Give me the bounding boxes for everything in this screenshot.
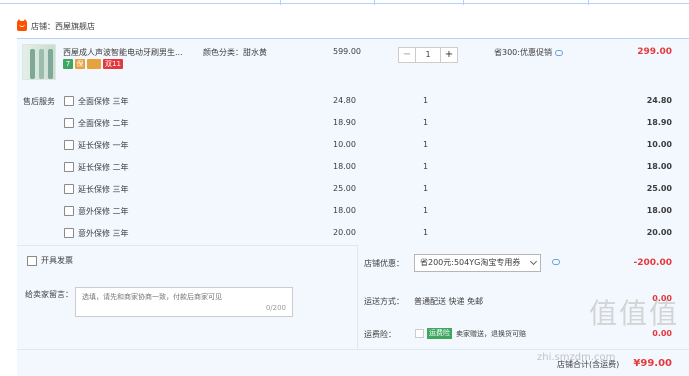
service-row: 全面保修 三年 24.80 1 24.80 xyxy=(17,93,689,113)
insurance-tag: 运费险 xyxy=(427,328,452,339)
credit-card-icon xyxy=(87,59,101,69)
service-checkbox[interactable] xyxy=(64,228,74,238)
service-total: 18.00 xyxy=(646,162,672,171)
decrement-button[interactable]: − xyxy=(399,48,415,62)
product-sku: 颜色分类：甜水黄 xyxy=(203,48,267,57)
insurance-text: 卖家赠送，退换货可赔 xyxy=(456,330,526,338)
service-name: 全面保修 二年 xyxy=(78,119,129,128)
chat-bubble-icon[interactable] xyxy=(554,49,563,56)
invoice-label: 开具发票 xyxy=(41,256,73,265)
chat-bubble-icon[interactable] xyxy=(552,259,560,265)
service-price: 20.00 xyxy=(333,228,356,237)
service-qty: 1 xyxy=(423,206,429,215)
service-qty: 1 xyxy=(423,96,429,105)
service-qty: 1 xyxy=(423,184,429,193)
shipping-method: 普通配送 快递 免邮 xyxy=(414,297,484,306)
service-price: 18.00 xyxy=(333,206,356,215)
item-row: 西屋成人声波智能电动牙刷男生... 颜色分类：甜水黄 7 保 双11 599.0… xyxy=(17,39,689,89)
service-total: 20.00 xyxy=(646,228,672,237)
service-row: 全面保修 二年 18.90 1 18.90 xyxy=(17,115,689,135)
service-row: 延长保修 三年 25.00 1 25.00 xyxy=(17,181,689,201)
increment-button[interactable]: + xyxy=(441,48,457,62)
invoice-checkbox[interactable] xyxy=(27,255,37,266)
quantity-input[interactable]: 1 xyxy=(415,48,441,62)
service-total: 24.80 xyxy=(646,96,672,105)
insurance-checkbox xyxy=(415,329,424,338)
shop-name[interactable]: 店铺：西屋旗舰店 xyxy=(31,21,95,32)
service-qty: 1 xyxy=(423,228,429,237)
service-checkbox[interactable] xyxy=(64,206,74,216)
product-thumbnail[interactable] xyxy=(22,44,56,80)
service-name: 全面保修 三年 xyxy=(78,97,129,106)
tmall-icon xyxy=(17,19,27,31)
service-price: 18.90 xyxy=(333,118,356,127)
product-badges: 7 保 双11 xyxy=(63,59,123,69)
service-row: 延长保修 二年 18.00 1 18.00 xyxy=(17,159,689,179)
service-checkbox[interactable] xyxy=(64,96,74,106)
quantity-stepper: − 1 + xyxy=(398,47,458,63)
coupon-selected: 省200元:504YG淘宝专用券 xyxy=(420,258,521,267)
service-price: 24.80 xyxy=(333,96,356,105)
service-price: 18.00 xyxy=(333,162,356,171)
service-checkbox[interactable] xyxy=(64,118,74,128)
coupon-label: 店铺优惠： xyxy=(364,259,404,268)
shop-header: 店铺：西屋旗舰店 xyxy=(17,18,95,34)
service-row: 延长保修 一年 10.00 1 10.00 xyxy=(17,137,689,157)
service-total: 10.00 xyxy=(646,140,672,149)
watermark-logo: 值值值 xyxy=(588,297,679,330)
coupon-select[interactable]: 省200元:504YG淘宝专用券 xyxy=(414,254,541,272)
service-qty: 1 xyxy=(423,118,429,127)
top-divider xyxy=(0,0,689,8)
item-subtotal: 299.00 xyxy=(637,47,672,57)
service-price: 10.00 xyxy=(333,140,356,149)
service-qty: 1 xyxy=(423,162,429,171)
after-sale-services: 售后服务 全面保修 三年 24.80 1 24.80 全面保修 二年 18.90… xyxy=(17,89,689,245)
store-total-amount: ¥99.00 xyxy=(633,358,672,369)
service-total: 18.90 xyxy=(646,118,672,127)
service-name: 延长保修 二年 xyxy=(78,163,129,172)
product-title[interactable]: 西屋成人声波智能电动牙刷男生... xyxy=(63,47,193,58)
promo-text: 省300:优惠促销 xyxy=(494,48,552,57)
message-box: 0/200 xyxy=(75,287,293,317)
service-checkbox[interactable] xyxy=(64,162,74,172)
invoice-option[interactable]: 开具发票 xyxy=(27,255,73,266)
service-name: 延长保修 一年 xyxy=(78,141,129,150)
watermark-url: zhi.smzdm.com xyxy=(537,352,616,363)
coupon-amount: -200.00 xyxy=(633,258,672,268)
service-name: 意外保修 三年 xyxy=(78,229,129,238)
chevron-down-icon xyxy=(529,257,538,266)
service-row: 意外保修 二年 18.00 1 18.00 xyxy=(17,203,689,223)
service-row: 意外保修 三年 20.00 1 20.00 xyxy=(17,225,689,245)
promo-info: 省300:优惠促销 xyxy=(494,47,563,58)
message-label: 给卖家留言： xyxy=(25,290,73,299)
message-char-count: 0/200 xyxy=(265,304,286,312)
message-input[interactable] xyxy=(82,292,282,306)
service-price: 25.00 xyxy=(333,184,356,193)
insurance-label: 运费险： xyxy=(364,330,396,339)
seven-day-return-icon: 7 xyxy=(63,59,73,69)
shipping-label: 运送方式： xyxy=(364,297,404,306)
service-qty: 1 xyxy=(423,140,429,149)
service-name: 意外保修 二年 xyxy=(78,207,129,216)
service-total: 25.00 xyxy=(646,184,672,193)
service-checkbox[interactable] xyxy=(64,184,74,194)
service-checkbox[interactable] xyxy=(64,140,74,150)
unit-price: 599.00 xyxy=(333,47,361,56)
service-total: 18.00 xyxy=(646,206,672,215)
service-name: 延长保修 三年 xyxy=(78,185,129,194)
double-eleven-badge: 双11 xyxy=(103,59,123,69)
guarantee-icon: 保 xyxy=(75,59,85,69)
